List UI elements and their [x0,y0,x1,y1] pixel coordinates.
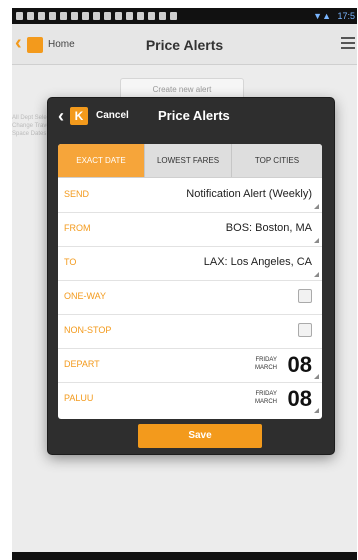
dropdown-corner-icon [314,408,319,413]
alert-form: EXACT DATE LOWEST FARES TOP CITIES SEND … [58,144,322,419]
send-value: Notification Alert (Weekly) [186,188,312,200]
to-row[interactable]: TO LAX: Los Angeles, CA [58,246,322,281]
tab-top-cities[interactable]: TOP CITIES [232,144,322,177]
notification-icon [137,12,144,20]
from-label: FROM [64,223,91,233]
one-way-checkbox[interactable] [298,289,312,303]
to-label: TO [64,257,77,267]
dropdown-corner-icon [314,204,319,209]
page-title: Price Alerts [145,37,224,53]
notification-icon [71,12,78,20]
notification-icon [126,12,133,20]
dialog-header: ‹ K Cancel Price Alerts [48,98,334,138]
price-alerts-dialog: ‹ K Cancel Price Alerts EXACT DATE LOWES… [48,98,334,454]
app-bar: ‹ Home Price Alerts [12,24,357,65]
tab-exact-date[interactable]: EXACT DATE [58,144,145,177]
tab-lowest-fares[interactable]: LOWEST FARES [145,144,232,177]
return-row[interactable]: PALUU FRIDAY MARCH 08 [58,382,322,416]
clock: 17:5 [337,11,355,21]
kayak-logo-icon: K [70,107,88,125]
notification-icon [148,12,155,20]
one-way-label: ONE-WAY [64,291,106,301]
return-label: PALUU [64,393,94,403]
phone-screen: ▼▲ 17:5 ‹ Home Price Alerts Create new a… [12,8,357,560]
notification-icon [93,12,100,20]
notification-icon [159,12,166,20]
from-row[interactable]: FROM BOS: Boston, MA [58,212,322,247]
depart-label: DEPART [64,359,100,369]
back-chevron-icon[interactable]: ‹ [58,106,64,127]
tab-bar: EXACT DATE LOWEST FARES TOP CITIES [58,144,322,178]
save-button[interactable]: Save [138,424,262,448]
cancel-button[interactable]: Cancel [96,110,129,121]
notification-icon [60,12,67,20]
notification-icon [49,12,56,20]
status-bar: ▼▲ 17:5 [12,8,357,24]
return-day: 08 [287,386,312,411]
notification-icon [115,12,122,20]
depart-month: MARCH [255,365,277,371]
non-stop-checkbox[interactable] [298,323,312,337]
send-label: SEND [64,189,90,199]
notification-icon [82,12,89,20]
notification-icon [104,12,111,20]
notification-icon [170,12,177,20]
from-value: BOS: Boston, MA [225,222,312,234]
non-stop-row: NON-STOP [58,314,322,349]
dialog-title: Price Alerts [158,108,230,123]
non-stop-label: NON-STOP [64,325,112,335]
to-value: LAX: Los Angeles, CA [203,256,312,268]
background-text: All Dept Select Change Travel Space Date… [12,115,52,137]
send-row[interactable]: SEND Notification Alert (Weekly) [58,178,322,213]
signal-icon: ▼▲ [313,11,331,21]
depart-row[interactable]: DEPART FRIDAY MARCH 08 [58,348,322,383]
dropdown-corner-icon [314,374,319,379]
navigation-bar [12,552,357,560]
return-weekday: FRIDAY [255,391,277,397]
notification-icon [38,12,45,20]
dropdown-corner-icon [314,272,319,277]
notification-icon [27,12,34,20]
depart-weekday: FRIDAY [255,357,277,363]
menu-icon[interactable] [341,37,355,52]
notification-icon [16,12,23,20]
dropdown-corner-icon [314,238,319,243]
one-way-row: ONE-WAY [58,280,322,315]
return-month: MARCH [255,399,277,405]
depart-day: 08 [287,352,312,377]
